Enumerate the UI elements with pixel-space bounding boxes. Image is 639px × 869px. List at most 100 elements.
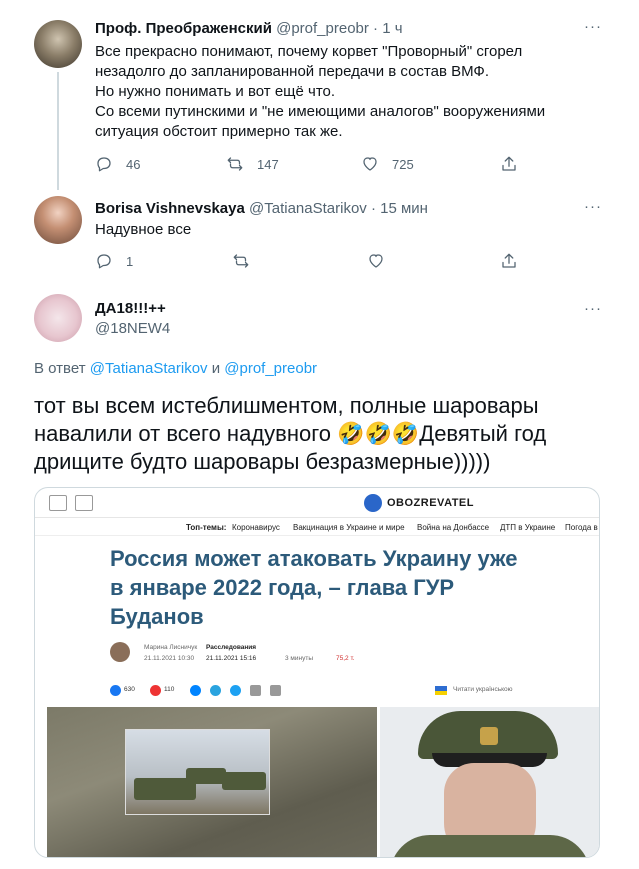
article-meta: Марина Лисничук Расследования 21.11.2021… xyxy=(110,638,530,668)
share-icon xyxy=(502,156,516,171)
comments-icon xyxy=(150,685,161,696)
share-button[interactable] xyxy=(500,155,518,173)
article-photo-tanks xyxy=(47,707,377,857)
headline-line: Буданов xyxy=(110,604,204,629)
article-category: Расследования xyxy=(206,644,257,651)
share-icon xyxy=(502,253,516,268)
telegram-icon xyxy=(210,685,221,696)
more-options-icon[interactable]: ··· xyxy=(584,198,602,215)
reply-user-link[interactable]: @TatianaStarikov xyxy=(90,360,208,377)
author-avatar xyxy=(110,642,130,662)
user-name[interactable]: Borisa Vishnevskaya xyxy=(95,200,245,217)
user-handle-row: @18NEW4 xyxy=(95,320,170,337)
tweet-actions: 46 147 725 xyxy=(95,155,525,175)
reply-and: и xyxy=(211,360,221,377)
retweet-icon xyxy=(233,254,249,268)
topic-item: Вакцинация в Украине и мире xyxy=(293,523,405,532)
topic-item: Коронавирус xyxy=(232,523,280,532)
like-count: 725 xyxy=(392,156,414,172)
tank-shape xyxy=(186,768,226,784)
user-name[interactable]: ДА18!!!++ xyxy=(95,300,166,317)
cap-badge-shape xyxy=(480,727,498,745)
topic-item: Погода в xyxy=(565,523,598,532)
facebook-count: 630 xyxy=(124,686,135,693)
share-button[interactable] xyxy=(500,252,518,270)
tweet-header: Проф. Преображенский @prof_preobr · 1 ч xyxy=(95,20,403,37)
reply-user-link[interactable]: @prof_preobr xyxy=(224,360,317,377)
separator-dot: · xyxy=(373,20,379,37)
user-name[interactable]: Проф. Преображенский xyxy=(95,20,272,37)
headline-line: Россия может атаковать Украину уже xyxy=(110,546,518,571)
topics-label: Топ-темы: xyxy=(186,523,227,532)
heart-icon xyxy=(363,157,377,171)
updated-date: 21.11.2021 15:16 xyxy=(206,655,257,662)
tweet-text-line: незадолго до запланированной передачи в … xyxy=(95,63,490,80)
article-photo-portrait xyxy=(380,707,599,857)
tweet-text-line: Со всеми путинскими и "не имеющими анало… xyxy=(95,103,546,120)
tweet-1: Проф. Преображенский @prof_preobr · 1 ч … xyxy=(0,0,639,188)
reply-button[interactable]: 46 xyxy=(95,155,140,173)
tweet-text: Надувное все xyxy=(95,221,192,238)
comments-count: 110 xyxy=(164,686,175,693)
author-name: Марина Лисничук xyxy=(144,644,198,651)
twitter-icon xyxy=(230,685,241,696)
more-options-icon[interactable]: ··· xyxy=(584,300,602,317)
mail-icon xyxy=(270,685,281,696)
reply-icon xyxy=(97,254,111,269)
headline-line: в январе 2022 года, – глава ГУР xyxy=(110,575,455,600)
tweet-text-line: Но нужно понимать и вот ещё что. xyxy=(95,83,336,100)
tweet-text-line: дрищите будто шаровары безразмерные))))) xyxy=(34,449,491,474)
like-button[interactable]: 725 xyxy=(361,155,414,173)
logo-text: OBOZREVATEL xyxy=(387,497,474,509)
tweet-time[interactable]: 1 ч xyxy=(382,20,402,37)
reader-icon xyxy=(75,495,93,511)
separator-dot: · xyxy=(370,200,376,217)
inset-photo-tanks xyxy=(125,729,270,815)
more-options-icon[interactable]: ··· xyxy=(584,18,602,35)
topic-item: Война на Донбассе xyxy=(417,523,490,532)
tweet-text-line: навалили от всего надувного 🤣🤣🤣Девятый г… xyxy=(34,421,547,446)
tweet-header: Borisa Vishnevskaya @TatianaStarikov · 1… xyxy=(95,200,428,217)
tweet-text-line: тот вы всем истеблишментом, полные шаров… xyxy=(34,393,539,418)
reply-prefix: В ответ xyxy=(34,360,86,377)
retweet-icon xyxy=(227,157,243,171)
avatar[interactable] xyxy=(34,20,82,68)
user-handle[interactable]: @18NEW4 xyxy=(95,320,170,337)
published-date: 21.11.2021 10:30 xyxy=(144,655,195,662)
read-time: 3 минуты xyxy=(285,655,314,662)
avatar[interactable] xyxy=(34,196,82,244)
thread-line xyxy=(57,72,59,190)
tweet-time[interactable]: 15 мин xyxy=(380,200,428,217)
heart-icon xyxy=(369,254,383,268)
logo-icon xyxy=(364,494,382,512)
tweet-actions: 1 xyxy=(95,252,525,272)
reply-count: 1 xyxy=(126,253,134,269)
facebook-icon xyxy=(110,685,121,696)
retweet-button[interactable]: 147 xyxy=(226,155,279,173)
reply-count: 46 xyxy=(126,156,141,172)
topics-bar: Топ-темы: Коронавирус Вакцинация в Украи… xyxy=(35,518,599,536)
user-name-row: ДА18!!!++ xyxy=(95,300,166,317)
tweet-text-line: ситуация обстоит примерно так же. xyxy=(95,123,343,140)
views-count: 75,2 т. xyxy=(336,655,355,662)
site-header: OBOZREVATEL xyxy=(35,488,599,518)
tweet-text-line: Все прекрасно понимают, почему корвет "П… xyxy=(95,43,523,60)
user-handle[interactable]: @prof_preobr xyxy=(276,20,369,37)
reply-context: В ответ @TatianaStarikov и @prof_preobr xyxy=(34,360,317,377)
site-logo: OBOZREVATEL xyxy=(364,494,474,512)
attached-image[interactable]: OBOZREVATEL Топ-темы: Коронавирус Вакцин… xyxy=(34,487,600,858)
messenger-icon xyxy=(190,685,201,696)
reply-button[interactable]: 1 xyxy=(95,252,133,270)
share-bar: 630 110 Читати українською xyxy=(110,684,530,698)
tweet-text: Все прекрасно понимают, почему корвет "П… xyxy=(95,42,615,142)
retweet-button[interactable] xyxy=(232,252,250,270)
print-icon xyxy=(250,685,261,696)
avatar[interactable] xyxy=(34,294,82,342)
user-handle[interactable]: @TatianaStarikov xyxy=(249,200,367,217)
main-tweet-text: тот вы всем истеблишментом, полные шаров… xyxy=(34,392,624,476)
article-headline: Россия может атаковать Украину уже в янв… xyxy=(110,544,530,631)
ukraine-flag-icon xyxy=(435,686,447,695)
reply-icon xyxy=(97,157,111,172)
retweet-count: 147 xyxy=(257,156,279,172)
like-button[interactable] xyxy=(367,252,385,270)
